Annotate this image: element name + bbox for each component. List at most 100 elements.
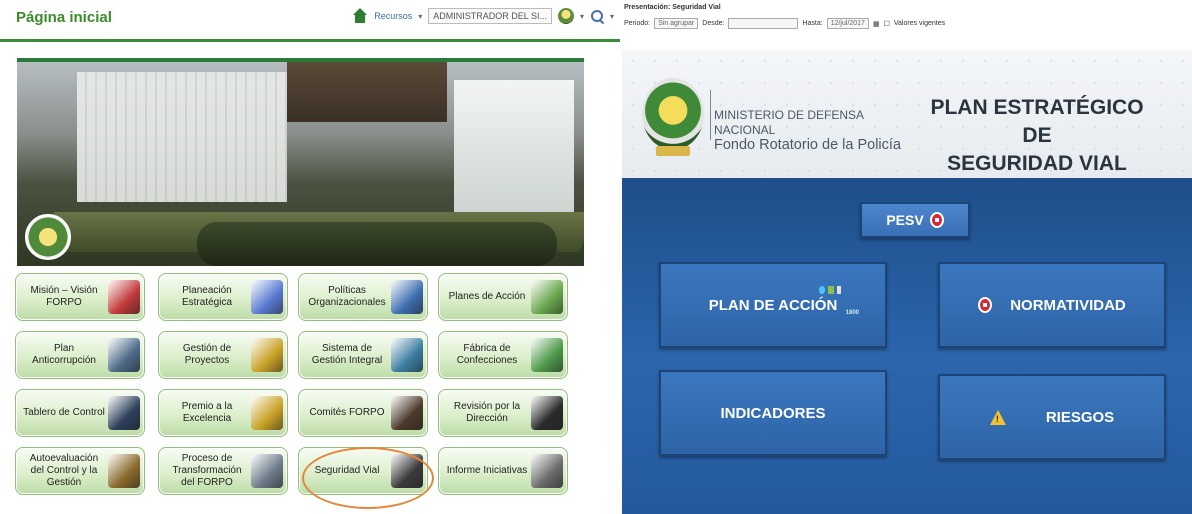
search-icon[interactable] xyxy=(590,9,604,23)
dashboard-icon[interactable] xyxy=(108,396,140,430)
module-tile[interactable]: Revisión por la Dirección xyxy=(438,389,568,437)
banner-window xyxy=(454,80,574,230)
pencil-icon[interactable] xyxy=(251,338,283,372)
figure-icon[interactable] xyxy=(391,280,423,314)
module-tile[interactable]: Misión – Visión FORPO xyxy=(15,273,145,321)
from-label: Desde: xyxy=(702,20,725,27)
module-tile-label: Revisión por la Dirección xyxy=(453,401,521,424)
factory-banner-image xyxy=(17,58,584,266)
module-tile[interactable]: Fábrica de Confecciones xyxy=(438,331,568,379)
module-tile[interactable]: Plan Anticorrupción xyxy=(15,331,145,379)
pdf-icon[interactable] xyxy=(978,297,993,313)
module-tile[interactable]: Informe Iniciativas xyxy=(438,447,568,495)
period-select[interactable]: Sin agrupar xyxy=(654,18,699,29)
composite-screenshot: Página inicial Recursos ▾ ADMINISTRADOR … xyxy=(0,0,1192,514)
user-menu[interactable]: ADMINISTRADOR DEL SI... xyxy=(428,8,552,24)
fund-name: Fondo Rotatorio de la Policía xyxy=(714,137,901,153)
banner-wall xyxy=(77,72,287,202)
module-tile-label: Misión – Visión FORPO xyxy=(30,285,98,308)
pesv-menu: PESV PLAN DE ACCIÓN 1800 NORMATIVIDAD IN… xyxy=(622,178,1192,514)
to-label: Hasta: xyxy=(802,20,823,27)
top-bar-tools: Recursos ▾ ADMINISTRADOR DEL SI... ▾ ▾ xyxy=(352,8,614,24)
chevron-down-icon[interactable]: ▾ xyxy=(418,12,422,21)
indicadores-label: INDICADORES xyxy=(720,404,826,422)
spreadsheet-icon[interactable] xyxy=(819,282,859,298)
spreadsheet-caption: 1800 xyxy=(845,310,859,316)
module-tile[interactable]: Proceso de Transformación del FORPO xyxy=(158,447,288,495)
pesv-header: MINISTERIO DE DEFENSA NACIONAL Fondo Rot… xyxy=(622,50,1192,178)
fingerprint-icon[interactable] xyxy=(108,338,140,372)
resources-menu[interactable]: Recursos xyxy=(374,11,412,21)
to-date-input[interactable]: 12/jul/2017 xyxy=(826,18,869,29)
network-icon[interactable] xyxy=(251,454,283,488)
normatividad-label: NORMATIVIDAD xyxy=(1010,296,1126,314)
module-tile-label: Sistema de Gestión Integral xyxy=(311,343,383,366)
trophy-icon[interactable] xyxy=(251,396,283,430)
plan-accion-label: PLAN DE ACCIÓN xyxy=(708,296,838,314)
checklist-icon[interactable] xyxy=(108,454,140,488)
module-tile-label: Gestión de Proyectos xyxy=(182,343,232,366)
module-tile-label: Tablero de Control xyxy=(23,407,105,418)
ministry-block: MINISTERIO DE DEFENSA NACIONAL Fondo Rot… xyxy=(714,108,914,153)
module-tile[interactable]: Tablero de Control xyxy=(15,389,145,437)
warning-icon[interactable]: ! xyxy=(989,409,1006,425)
module-tile-label: Autoevaluación del Control y la Gestión xyxy=(29,453,99,488)
forpo-logo xyxy=(25,214,71,260)
module-tile-label: Plan Anticorrupción xyxy=(32,343,96,366)
module-tile[interactable]: Premio a la Excelencia xyxy=(158,389,288,437)
plan-title-line1: PLAN ESTRATÉGICO DE xyxy=(930,96,1144,147)
presentation-title: Presentación: Seguridad Vial xyxy=(624,4,721,11)
pdf-icon[interactable] xyxy=(929,212,944,228)
module-tile-label: Planeación Estratégica xyxy=(181,285,233,308)
module-tile-label: Premio a la Excelencia xyxy=(181,401,233,424)
module-tile-label: Comités FORPO xyxy=(309,407,385,418)
module-tile[interactable]: Planeación Estratégica xyxy=(158,273,288,321)
banner-roof xyxy=(287,62,447,122)
chevron-down-icon[interactable]: ▾ xyxy=(610,12,614,21)
book-icon[interactable] xyxy=(531,280,563,314)
factory-icon[interactable] xyxy=(531,338,563,372)
module-tile[interactable]: Gestión de Proyectos xyxy=(158,331,288,379)
module-tile-label: Fábrica de Confecciones xyxy=(456,343,518,366)
pesv-presentation-panel: Presentación: Seguridad Vial Periodo: Si… xyxy=(622,0,1192,514)
period-label: Periodo: xyxy=(624,20,651,27)
police-emblem xyxy=(642,78,704,156)
plan-accion-button[interactable]: PLAN DE ACCIÓN 1800 xyxy=(659,262,887,348)
filter-bar: Periodo: Sin agrupar Desde: Hasta: 12/ju… xyxy=(624,18,945,29)
banner-fabric-roll xyxy=(197,222,557,266)
module-tile-label: Proceso de Transformación del FORPO xyxy=(172,453,242,488)
module-tile[interactable]: Seguridad Vial xyxy=(298,447,428,495)
road-icon[interactable] xyxy=(391,454,423,488)
chart-icon[interactable] xyxy=(251,280,283,314)
plan-title: PLAN ESTRATÉGICO DE SEGURIDAD VIAL xyxy=(922,94,1152,178)
normatividad-button[interactable]: NORMATIVIDAD xyxy=(938,262,1166,348)
module-tile-label: Planes de Acción xyxy=(448,291,526,302)
module-tile[interactable]: Autoevaluación del Control y la Gestión xyxy=(15,447,145,495)
pesv-button[interactable]: PESV xyxy=(860,202,970,238)
header-divider xyxy=(710,90,711,140)
module-tile-label: Políticas Organizacionales xyxy=(308,285,386,308)
shield-check-icon[interactable] xyxy=(391,338,423,372)
module-tile-label: Seguridad Vial xyxy=(314,465,380,476)
module-tile[interactable]: Sistema de Gestión Integral xyxy=(298,331,428,379)
chevron-down-icon[interactable]: ▾ xyxy=(580,12,584,21)
module-tile[interactable]: Planes de Acción xyxy=(438,273,568,321)
top-bar: Página inicial Recursos ▾ ADMINISTRADOR … xyxy=(0,0,620,42)
module-tile[interactable]: Políticas Organizacionales xyxy=(298,273,428,321)
ministry-name: MINISTERIO DE DEFENSA NACIONAL xyxy=(714,108,864,137)
target-icon[interactable] xyxy=(108,280,140,314)
riesgos-button[interactable]: ! RIESGOS xyxy=(938,374,1166,460)
home-icon[interactable] xyxy=(352,8,368,24)
page-title: Página inicial xyxy=(16,9,112,26)
inspection-icon[interactable] xyxy=(531,396,563,430)
forpo-home-panel: Página inicial Recursos ▾ ADMINISTRADOR … xyxy=(0,0,620,514)
from-date-input[interactable] xyxy=(728,18,799,29)
avatar[interactable] xyxy=(557,8,574,24)
riesgos-label: RIESGOS xyxy=(1045,408,1115,426)
chess-icon[interactable] xyxy=(391,396,423,430)
current-values-checkbox[interactable]: ☐ xyxy=(884,20,890,28)
indicadores-button[interactable]: INDICADORES xyxy=(659,370,887,456)
calendar-icon[interactable]: ▦ xyxy=(873,20,880,28)
module-tile[interactable]: Comités FORPO xyxy=(298,389,428,437)
clipboard-icon[interactable] xyxy=(531,454,563,488)
